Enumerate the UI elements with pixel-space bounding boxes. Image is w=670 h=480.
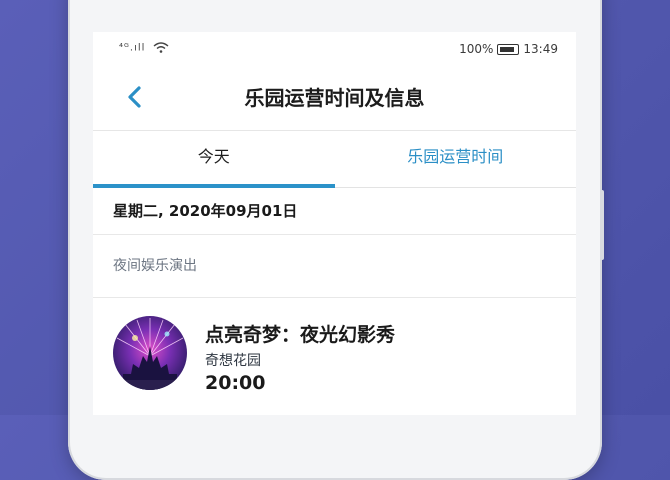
app-header: 乐园运营时间及信息 (93, 66, 576, 131)
date-label: 星期二, 2020年09月01日 (93, 188, 576, 235)
show-location: 奇想花园 (205, 353, 261, 369)
wifi-icon (153, 42, 169, 53)
show-name: 点亮奇梦：夜光幻影秀 (205, 324, 396, 346)
tab-bar: 今天 乐园运营时间 (93, 131, 576, 188)
app-screen: ⁴ᴳ.ıll 100% 13:49 乐园运营时间及信息 今天 乐园运营时间 星期… (93, 32, 576, 415)
phone-side-button (600, 190, 604, 260)
page-title: 乐园运营时间及信息 (244, 86, 425, 110)
signal-indicator: ⁴ᴳ.ıll (119, 42, 169, 54)
tab-park-hours[interactable]: 乐园运营时间 (335, 131, 577, 187)
show-thumbnail-image (113, 316, 187, 390)
battery-percent: 100% (459, 42, 494, 56)
clock: 13:49 (523, 42, 558, 56)
signal-text: ⁴ᴳ.ıll (119, 42, 146, 54)
tab-today[interactable]: 今天 (93, 131, 335, 188)
show-card[interactable]: 点亮奇梦：夜光幻影秀 奇想花园 20:00 (93, 298, 576, 415)
status-right: 100% 13:49 (459, 42, 558, 56)
battery-icon (497, 43, 520, 55)
status-bar: ⁴ᴳ.ıll 100% 13:49 (93, 32, 576, 66)
show-time: 20:00 (205, 372, 266, 394)
section-header-night-shows: 夜间娱乐演出 (93, 235, 576, 298)
